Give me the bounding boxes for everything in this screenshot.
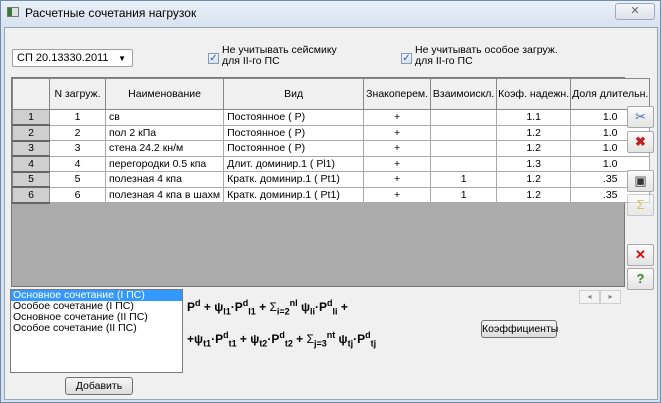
table-cell[interactable]: 1.2 bbox=[496, 186, 572, 203]
ignore-seismic-label: Не учитывать сейсмику для II-го ПС bbox=[222, 44, 337, 67]
table-cell[interactable]: 1 bbox=[430, 171, 498, 188]
help-button[interactable]: ? bbox=[627, 268, 654, 290]
norm-select-value: СП 20.13330.2011 bbox=[17, 52, 109, 64]
table-cell[interactable]: 1.3 bbox=[496, 155, 572, 172]
table-cell[interactable]: 4 bbox=[49, 155, 106, 172]
table-header: N загруж. Наименование Вид Знакоперем. В… bbox=[12, 78, 651, 110]
sigma-icon: Σ bbox=[636, 197, 645, 212]
table-cell[interactable] bbox=[430, 124, 498, 141]
table-cell[interactable]: 1 bbox=[430, 186, 498, 203]
table-cell[interactable]: Длит. доминир.1 ( Pl1) bbox=[223, 155, 365, 172]
remove-button[interactable]: ✕ bbox=[627, 244, 654, 266]
table-cell[interactable]: 1.2 bbox=[496, 124, 572, 141]
table-cell[interactable]: Постоянное ( P) bbox=[223, 140, 365, 157]
row-header[interactable]: 6 bbox=[12, 186, 50, 204]
table-cell[interactable]: 3 bbox=[49, 140, 106, 157]
table-cell[interactable] bbox=[430, 155, 498, 172]
help-icon: ? bbox=[636, 271, 645, 286]
delete-table-icon: ✖ bbox=[635, 134, 646, 149]
col-header[interactable]: N загруж. bbox=[49, 78, 106, 110]
row-header[interactable]: 5 bbox=[12, 171, 50, 188]
table-cell[interactable]: полезная 4 кпа bbox=[104, 171, 225, 188]
col-header-corner bbox=[12, 78, 50, 110]
ignore-seismic-checkbox[interactable]: ✓ bbox=[208, 53, 219, 64]
cut-button[interactable]: ✂ bbox=[627, 106, 654, 128]
combination-formula: Pd + ψl1·Pdl1 + Σi=2nl ψli·Pdli + +ψt1·P… bbox=[187, 291, 376, 356]
add-button[interactable]: Добавить bbox=[65, 377, 133, 395]
table-cell[interactable] bbox=[430, 140, 498, 157]
arrow-left-icon: ◂ bbox=[587, 292, 592, 301]
table-cell[interactable]: полезная 4 кпа в шахм bbox=[104, 186, 225, 203]
coefficients-button[interactable]: Коэффициенты bbox=[481, 320, 558, 338]
table-cell[interactable]: стена 24.2 кн/м bbox=[104, 140, 225, 157]
col-header[interactable]: Доля длительн. bbox=[570, 78, 651, 110]
formula-line2: +ψt1·Pdt1 + ψt2·Pdt2 + Σj=3nt ψtj·Pdtj bbox=[187, 330, 377, 349]
scroll-left-button[interactable]: ◂ bbox=[579, 290, 600, 304]
col-header[interactable]: Коэф. надежн. bbox=[496, 78, 572, 110]
table-cell[interactable]: + bbox=[363, 186, 432, 203]
table-cell[interactable]: + bbox=[363, 124, 432, 141]
scroll-right-button[interactable]: ▸ bbox=[600, 290, 621, 304]
table-row[interactable]: 4 4 перегородки 0.5 кпа Длит. доминир.1 ( P… bbox=[12, 155, 651, 173]
table-row[interactable]: 6 6 полезная 4 кпа в шахм Кратк. доминир.1 … bbox=[12, 186, 651, 204]
calculate-button[interactable]: Σ bbox=[627, 194, 654, 216]
table-cell[interactable]: + bbox=[363, 171, 432, 188]
table-cell[interactable]: Кратк. доминир.1 ( Pt1) bbox=[223, 186, 365, 203]
table-cell[interactable]: + bbox=[363, 109, 432, 126]
red-x-icon: ✕ bbox=[635, 247, 646, 262]
combinations-list[interactable]: Основное сочетание (I ПС) Особое сочетан… bbox=[10, 289, 183, 373]
table-cell[interactable]: св bbox=[104, 109, 225, 126]
col-header[interactable]: Наименование bbox=[104, 78, 225, 110]
arrow-right-icon: ▸ bbox=[608, 292, 613, 301]
chevron-down-icon: ▼ bbox=[118, 54, 126, 63]
table-cell[interactable]: 1.1 bbox=[496, 109, 572, 126]
list-item[interactable]: Особое сочетание (II ПС) bbox=[11, 323, 182, 334]
save-button[interactable]: ▣ bbox=[627, 170, 654, 192]
table-cell[interactable]: 6 bbox=[49, 186, 106, 203]
table-cell[interactable]: 1 bbox=[49, 109, 106, 126]
table-cell[interactable]: Кратк. доминир.1 ( Pt1) bbox=[223, 171, 365, 188]
main-panel: СП 20.13330.2011 ▼ ✓ Не учитывать сейсми… bbox=[4, 27, 658, 400]
col-header[interactable]: Взаимоискл. bbox=[430, 78, 498, 110]
col-header[interactable]: Вид bbox=[223, 78, 365, 110]
table-cell[interactable]: 1.2 bbox=[496, 140, 572, 157]
table-cell[interactable]: Постоянное ( P) bbox=[223, 124, 365, 141]
table-cell[interactable]: 2 bbox=[49, 124, 106, 141]
table-row[interactable]: 5 5 полезная 4 кпа Кратк. доминир.1 ( Pt1) +… bbox=[12, 171, 651, 188]
app-icon bbox=[7, 7, 19, 17]
col-header[interactable]: Знакоперем. bbox=[363, 78, 432, 110]
table-cell[interactable] bbox=[430, 109, 498, 126]
formula-line1: Pd + ψl1·Pdl1 + Σi=2nl ψli·Pdli + bbox=[187, 298, 348, 317]
table-row[interactable]: 3 3 стена 24.2 кн/м Постоянное ( P) +1.2 1.0 bbox=[12, 140, 651, 157]
table-cell[interactable]: + bbox=[363, 140, 432, 157]
table-cell[interactable]: перегородки 0.5 кпа bbox=[104, 155, 225, 172]
ignore-special-label: Не учитывать особое загруж. для II-го ПС bbox=[415, 44, 558, 67]
row-header[interactable]: 3 bbox=[12, 140, 50, 157]
table-cell[interactable]: 5 bbox=[49, 171, 106, 188]
table-row[interactable]: 2 2 пол 2 кПа Постоянное ( P) +1.2 1.0 bbox=[12, 124, 651, 142]
window-title: Расчетные сочетания нагрузок bbox=[25, 6, 197, 20]
row-header[interactable]: 1 bbox=[12, 109, 50, 126]
row-header[interactable]: 4 bbox=[12, 155, 50, 173]
table-row[interactable]: 1 1 св Постоянное ( P) +1.1 1.0 bbox=[12, 109, 651, 126]
delete-rows-button[interactable]: ✖ bbox=[627, 131, 654, 153]
row-header[interactable]: 2 bbox=[12, 124, 50, 142]
loads-table: N загруж. Наименование Вид Знакоперем. В… bbox=[12, 78, 651, 204]
ignore-special-checkbox[interactable]: ✓ bbox=[401, 53, 412, 64]
table-cell[interactable]: + bbox=[363, 155, 432, 172]
table-cell[interactable]: 1.2 bbox=[496, 171, 572, 188]
close-button[interactable]: ✕ bbox=[615, 3, 655, 20]
close-icon: ✕ bbox=[630, 5, 640, 17]
dialog-window: Расчетные сочетания нагрузок ✕ СП 20.133… bbox=[0, 0, 661, 403]
scissors-icon: ✂ bbox=[635, 109, 646, 124]
table-cell[interactable]: Постоянное ( P) bbox=[223, 109, 365, 126]
norm-select[interactable]: СП 20.13330.2011 ▼ bbox=[12, 49, 133, 67]
table-cell[interactable]: пол 2 кПа bbox=[104, 124, 225, 141]
floppy-disk-icon: ▣ bbox=[634, 173, 647, 188]
